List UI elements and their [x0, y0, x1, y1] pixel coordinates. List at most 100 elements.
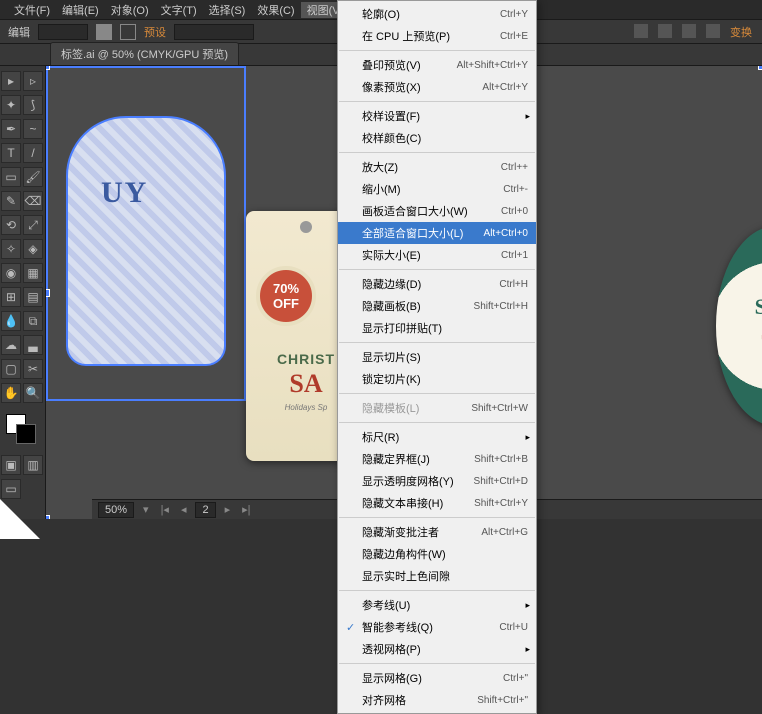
pen-tool[interactable]: ✒ — [1, 119, 21, 139]
edit-field[interactable] — [38, 24, 88, 40]
menu-item-7[interactable]: 校样颜色(C) — [338, 127, 536, 149]
next-artboard-icon[interactable]: ▸ — [222, 503, 234, 516]
last-artboard-icon[interactable]: ▸| — [239, 503, 253, 516]
rect-tool[interactable]: ▭ — [1, 167, 21, 187]
menu-edit[interactable]: 编辑(E) — [56, 2, 105, 18]
hand-tool[interactable]: ✋ — [1, 383, 21, 403]
swatch-icon[interactable] — [96, 24, 112, 40]
type-tool[interactable]: T — [1, 143, 21, 163]
menu-item-26[interactable]: 显示透明度网格(Y)Shift+Ctrl+D — [338, 470, 536, 492]
menu-item-19[interactable]: 显示切片(S) — [338, 346, 536, 368]
menu-item-37[interactable]: 显示网格(G)Ctrl+" — [338, 667, 536, 689]
direct-select-tool[interactable]: ▹ — [23, 71, 43, 91]
menu-select[interactable]: 选择(S) — [203, 2, 252, 18]
menu-item-27[interactable]: 隐藏文本串接(H)Shift+Ctrl+Y — [338, 492, 536, 514]
menu-item-label: 隐藏边缘(D) — [362, 276, 421, 292]
menu-item-30[interactable]: 隐藏边角构件(W) — [338, 543, 536, 565]
menu-item-20[interactable]: 锁定切片(K) — [338, 368, 536, 390]
curve-tool[interactable]: ~ — [23, 119, 43, 139]
shaper-tool[interactable]: ✎ — [1, 191, 21, 211]
nocolor-icon[interactable] — [120, 24, 136, 40]
menu-item-6[interactable]: 校样设置(F) — [338, 105, 536, 127]
menu-item-25[interactable]: 隐藏定界框(J)Shift+Ctrl+B — [338, 448, 536, 470]
menu-item-35[interactable]: 透视网格(P) — [338, 638, 536, 660]
menu-item-label: 智能参考线(Q) — [362, 619, 433, 635]
menu-item-16[interactable]: 隐藏画板(B)Shift+Ctrl+H — [338, 295, 536, 317]
mesh-tool[interactable]: ⊞ — [1, 287, 21, 307]
menu-item-label: 隐藏边角构件(W) — [362, 546, 446, 562]
handle-tl[interactable] — [46, 66, 50, 70]
arrange-icon[interactable] — [658, 24, 672, 38]
select-tool[interactable]: ▸ — [1, 71, 21, 91]
screen-mode-icon[interactable]: ▭ — [1, 479, 21, 499]
lasso-tool[interactable]: ⟆ — [23, 95, 43, 115]
align-icon[interactable] — [682, 24, 696, 38]
zoom-tool[interactable]: 🔍 — [23, 383, 43, 403]
graph-tool[interactable]: ▃ — [23, 335, 43, 355]
shape-builder-tool[interactable]: ◉ — [1, 263, 21, 283]
menu-effect[interactable]: 效果(C) — [251, 2, 300, 18]
brush-tool[interactable]: 🖌 — [23, 167, 43, 187]
symbol-tool[interactable]: ☁ — [1, 335, 21, 355]
menu-item-0[interactable]: 轮廓(O)Ctrl+Y — [338, 3, 536, 25]
doc-setup-icon[interactable] — [634, 24, 648, 38]
menu-item-31[interactable]: 显示实时上色间隙 — [338, 565, 536, 587]
menu-item-4[interactable]: 像素预览(X)Alt+Ctrl+Y — [338, 76, 536, 98]
document-tab[interactable]: 标签.ai @ 50% (CMYK/GPU 预览) — [50, 42, 239, 65]
zoom-field[interactable]: 50% — [98, 502, 134, 518]
menu-item-label: 隐藏渐变批注者 — [362, 524, 439, 540]
menu-item-9[interactable]: 放大(Z)Ctrl++ — [338, 156, 536, 178]
tag2-text: UY — [101, 176, 148, 210]
menu-item-shortcut: Ctrl+Y — [500, 9, 528, 20]
menu-item-3[interactable]: 叠印预览(V)Alt+Shift+Ctrl+Y — [338, 54, 536, 76]
menu-item-label: 标尺(R) — [362, 429, 399, 445]
line-tool[interactable]: / — [23, 143, 43, 163]
zoom-dropdown-icon[interactable]: ▾ — [140, 503, 152, 516]
handle-ml[interactable] — [46, 289, 50, 297]
rotate-tool[interactable]: ⟲ — [1, 215, 21, 235]
eyedrop-tool[interactable]: 💧 — [1, 311, 21, 331]
preset-field[interactable] — [174, 24, 254, 40]
gradient-mode-icon[interactable]: ▥ — [23, 455, 43, 475]
menu-item-1[interactable]: 在 CPU 上预览(P)Ctrl+E — [338, 25, 536, 47]
menu-item-11[interactable]: 画板适合窗口大小(W)Ctrl+0 — [338, 200, 536, 222]
menu-item-13[interactable]: 实际大小(E)Ctrl+1 — [338, 244, 536, 266]
menu-item-34[interactable]: 智能参考线(Q)Ctrl+U — [338, 616, 536, 638]
menu-item-15[interactable]: 隐藏边缘(D)Ctrl+H — [338, 273, 536, 295]
artboard-tool[interactable]: ▢ — [1, 359, 21, 379]
prefs-icon[interactable] — [706, 24, 720, 38]
menu-item-17[interactable]: 显示打印拼贴(T) — [338, 317, 536, 339]
menu-item-shortcut: Shift+Ctrl+W — [471, 403, 528, 414]
menu-item-10[interactable]: 缩小(M)Ctrl+- — [338, 178, 536, 200]
prev-artboard-icon[interactable]: ◂ — [178, 503, 190, 516]
handle-tr[interactable] — [758, 66, 762, 70]
transform-label[interactable]: 变换 — [730, 24, 752, 40]
free-transform-tool[interactable]: ◈ — [23, 239, 43, 259]
color-swatches[interactable] — [6, 414, 36, 444]
menu-item-label: 隐藏文本串接(H) — [362, 495, 443, 511]
menu-file[interactable]: 文件(F) — [8, 2, 56, 18]
menu-item-label: 实际大小(E) — [362, 247, 421, 263]
menu-object[interactable]: 对象(O) — [105, 2, 155, 18]
blend-tool[interactable]: ⧉ — [23, 311, 43, 331]
menu-text[interactable]: 文字(T) — [155, 2, 203, 18]
edit-label: 编辑 — [8, 24, 30, 40]
perspective-tool[interactable]: ▦ — [23, 263, 43, 283]
slice-tool[interactable]: ✂ — [23, 359, 43, 379]
width-tool[interactable]: ✧ — [1, 239, 21, 259]
menu-item-38[interactable]: 对齐网格Shift+Ctrl+" — [338, 689, 536, 711]
handle-bl[interactable] — [46, 515, 50, 519]
menu-item-12[interactable]: 全部适合窗口大小(L)Alt+Ctrl+0 — [338, 222, 536, 244]
artboard-tag-3[interactable]: Merr SEA SA — [716, 226, 762, 426]
first-artboard-icon[interactable]: |◂ — [158, 503, 172, 516]
fill-mode-icon[interactable]: ▣ — [1, 455, 21, 475]
gradient-tool[interactable]: ▤ — [23, 287, 43, 307]
artboard-tag-2-selected[interactable]: UY — [46, 66, 246, 401]
scale-tool[interactable]: ⤢ — [23, 215, 43, 235]
artboard-nav-field[interactable]: 2 — [195, 502, 215, 518]
wand-tool[interactable]: ✦ — [1, 95, 21, 115]
eraser-tool[interactable]: ⌫ — [23, 191, 43, 211]
menu-item-24[interactable]: 标尺(R) — [338, 426, 536, 448]
menu-item-29[interactable]: 隐藏渐变批注者Alt+Ctrl+G — [338, 521, 536, 543]
menu-item-33[interactable]: 参考线(U) — [338, 594, 536, 616]
